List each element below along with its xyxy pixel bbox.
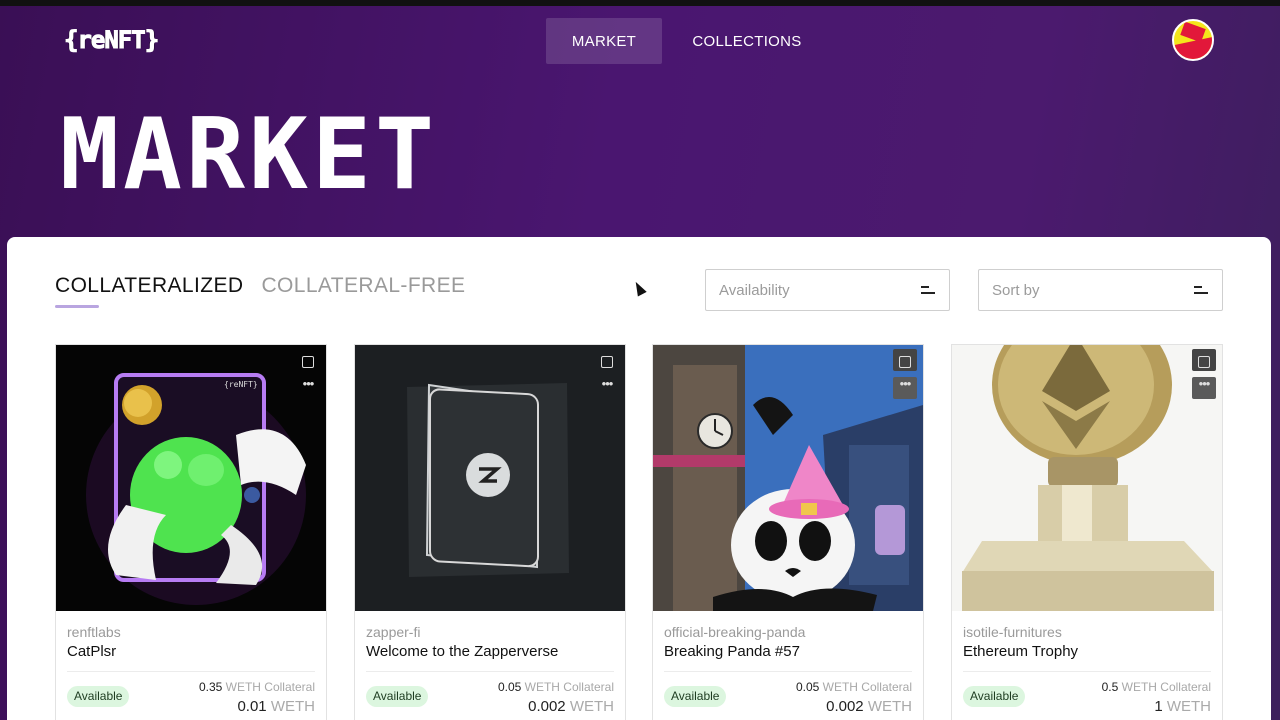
select-checkbox[interactable] (601, 356, 613, 368)
more-options-icon[interactable]: ••• (896, 377, 914, 393)
price-unit: WETH (867, 698, 912, 715)
select-checkbox[interactable] (899, 356, 911, 368)
nft-card[interactable]: ••• official-breaking-panda Breaking Pan… (652, 344, 924, 720)
status-badge: Available (366, 686, 429, 707)
card-price: 0.002 WETH (826, 698, 912, 715)
nav-collections[interactable]: COLLECTIONS (662, 18, 832, 64)
price-unit: WETH (569, 698, 614, 715)
collateral-amount: 0.05 (497, 680, 522, 694)
card-divider (67, 671, 315, 672)
nft-image-breaking-panda[interactable]: ••• (653, 345, 923, 611)
card-collateral: 0.05 WETH Collateral (498, 680, 614, 694)
card-name[interactable]: Breaking Panda #57 (664, 643, 800, 660)
select-checkbox[interactable] (1198, 356, 1210, 368)
card-divider (366, 671, 614, 672)
card-collection: official-breaking-panda (664, 624, 806, 640)
collateral-unit: WETH Collateral (225, 680, 315, 694)
card-collection: zapper-fi (366, 624, 421, 640)
collateral-unit: WETH Collateral (822, 680, 912, 694)
card-price: 0.002 WETH (528, 698, 614, 715)
collateral-amount: 0.5 (1101, 680, 1119, 694)
card-name[interactable]: Welcome to the Zapperverse (366, 643, 558, 660)
more-options-icon[interactable]: ••• (598, 377, 616, 393)
availability-placeholder: Availability (719, 281, 790, 299)
card-name[interactable]: Ethereum Trophy (963, 643, 1078, 660)
card-divider (963, 671, 1211, 672)
select-checkbox[interactable] (302, 356, 314, 368)
sort-placeholder: Sort by (992, 281, 1040, 299)
tab-collateral-free[interactable]: COLLATERAL-FREE (261, 274, 465, 298)
filter-icon (921, 286, 935, 294)
status-badge: Available (963, 686, 1026, 707)
price-amount: 0.01 (237, 698, 267, 715)
active-tab-underline (55, 305, 99, 308)
price-unit: WETH (270, 698, 315, 715)
market-panel: COLLATERALIZED COLLATERAL-FREE Availabil… (7, 237, 1271, 720)
card-collection: renftlabs (67, 624, 121, 640)
card-collection: isotile-furnitures (963, 624, 1062, 640)
nft-image-catplsr[interactable]: {reNFT} ••• (56, 345, 326, 611)
sort-select[interactable]: Sort by (978, 269, 1223, 311)
main-nav: MARKET COLLECTIONS (546, 18, 832, 64)
card-collateral: 0.35 WETH Collateral (199, 680, 315, 694)
more-options-icon[interactable]: ••• (299, 377, 317, 393)
status-badge: Available (67, 686, 130, 707)
card-name[interactable]: CatPlsr (67, 643, 116, 660)
collateral-tabs: COLLATERALIZED COLLATERAL-FREE (55, 274, 465, 308)
collateral-amount: 0.35 (198, 680, 223, 694)
nav-market[interactable]: MARKET (546, 18, 662, 64)
top-edge-bar (0, 0, 1280, 6)
renft-logo[interactable]: {reNFT} (63, 26, 159, 55)
card-price: 0.01 WETH (237, 698, 315, 715)
card-collateral: 0.05 WETH Collateral (796, 680, 912, 694)
availability-select[interactable]: Availability (705, 269, 950, 311)
nft-card[interactable]: {reNFT} ••• renftlabs CatPlsr Available … (55, 344, 327, 720)
tab-collateralized-label: COLLATERALIZED (55, 274, 244, 297)
price-amount: 0.002 (528, 698, 566, 715)
card-divider (664, 671, 912, 672)
collateral-unit: WETH Collateral (524, 680, 614, 694)
nft-card[interactable]: ••• zapper-fi Welcome to the Zapperverse… (354, 344, 626, 720)
status-badge: Available (664, 686, 727, 707)
price-unit: WETH (1166, 698, 1211, 715)
more-options-icon[interactable]: ••• (1195, 377, 1213, 393)
avatar[interactable] (1172, 19, 1214, 61)
nft-image-ethereum-trophy[interactable]: ••• (952, 345, 1222, 611)
collateral-amount: 0.05 (795, 680, 820, 694)
mouse-cursor-icon (631, 279, 647, 297)
card-price: 1 WETH (1154, 698, 1211, 715)
price-amount: 0.002 (826, 698, 864, 715)
filter-icon (1194, 286, 1208, 294)
price-amount: 1 (1154, 698, 1163, 715)
nft-image-zapperverse[interactable]: ••• (355, 345, 625, 611)
svg-text:{reNFT}: {reNFT} (224, 380, 258, 389)
nft-card[interactable]: ••• isotile-furnitures Ethereum Trophy A… (951, 344, 1223, 720)
card-collateral: 0.5 WETH Collateral (1102, 680, 1211, 694)
collateral-unit: WETH Collateral (1121, 680, 1211, 694)
tab-collateralized[interactable]: COLLATERALIZED (55, 274, 244, 308)
page-title: MARKET (60, 98, 439, 212)
